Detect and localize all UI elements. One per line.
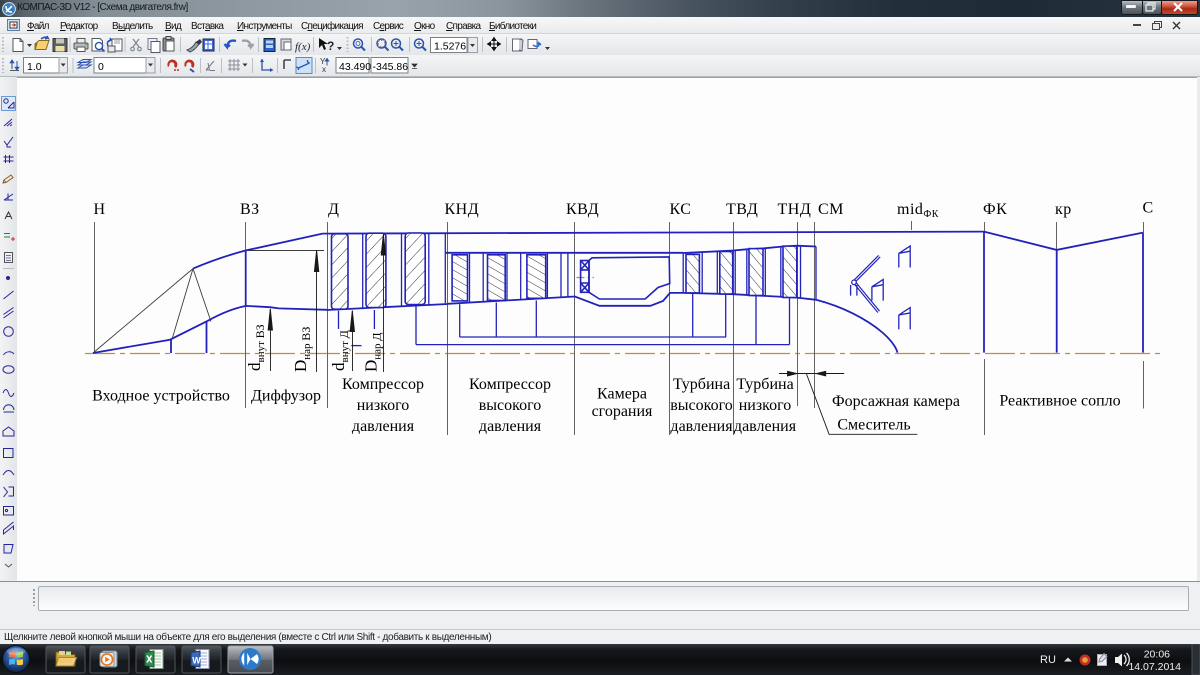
svg-text:высокого: высокого xyxy=(479,397,542,414)
svg-text:КС: КС xyxy=(670,201,692,218)
svg-text:1.0: 1.0 xyxy=(27,61,42,73)
svg-text:?: ? xyxy=(327,39,334,53)
svg-text:давления: давления xyxy=(479,418,542,435)
svg-text:КНД: КНД xyxy=(445,201,480,218)
svg-text:Форсажная камера: Форсажная камера xyxy=(832,393,960,410)
svg-text:Dнар ВЗ: Dнар ВЗ xyxy=(291,327,313,372)
svg-text:Компрессор: Компрессор xyxy=(469,376,551,393)
svg-text:f(x): f(x) xyxy=(295,41,311,53)
svg-text:midФК: midФК xyxy=(897,201,939,220)
svg-text:14.07.2014: 14.07.2014 xyxy=(1128,661,1181,673)
svg-text:Турбина: Турбина xyxy=(673,376,730,393)
svg-text:0: 0 xyxy=(98,61,104,73)
svg-text:ТВД: ТВД xyxy=(726,201,758,218)
svg-text:ФК: ФК xyxy=(983,201,1007,218)
svg-text:x: x xyxy=(322,65,326,74)
svg-text:Реактивное сопло: Реактивное сопло xyxy=(999,393,1120,410)
svg-text:Диффузор: Диффузор xyxy=(251,388,321,405)
svg-text:W: W xyxy=(192,656,201,666)
svg-text:ТНД: ТНД xyxy=(778,201,812,218)
svg-text:низкого: низкого xyxy=(739,397,792,414)
svg-text:сгорания: сгорания xyxy=(592,403,653,420)
svg-text:dвнут ВЗ: dвнут ВЗ xyxy=(245,324,267,371)
svg-text:Турбина: Турбина xyxy=(736,376,793,393)
svg-text:высокого: высокого xyxy=(670,397,733,414)
svg-text:RU: RU xyxy=(1040,654,1056,666)
svg-text:43.490: 43.490 xyxy=(339,61,371,73)
svg-text:Входное устройство: Входное устройство xyxy=(92,388,230,405)
svg-text:С: С xyxy=(1143,200,1154,217)
svg-text:-345.86: -345.86 xyxy=(373,61,409,73)
svg-text:Камера: Камера xyxy=(597,385,647,402)
svg-text:Смеситель: Смеситель xyxy=(837,417,910,434)
svg-text:Н: Н xyxy=(94,201,106,218)
svg-text:давления: давления xyxy=(670,418,733,435)
svg-text:СМ: СМ xyxy=(818,201,844,218)
svg-text:Д: Д xyxy=(328,201,339,218)
svg-text:20:06: 20:06 xyxy=(1144,649,1170,661)
svg-text:Компрессор: Компрессор xyxy=(342,376,424,393)
svg-text:КВД: КВД xyxy=(566,201,599,218)
svg-text:кр: кр xyxy=(1055,201,1072,218)
svg-text:давления: давления xyxy=(734,418,797,435)
svg-text:низкого: низкого xyxy=(357,397,410,414)
svg-text:давления: давления xyxy=(352,418,415,435)
svg-text:1.5276: 1.5276 xyxy=(434,41,466,53)
svg-text:dвнут Д: dвнут Д xyxy=(329,330,351,371)
svg-text:Dнар Д: Dнар Д xyxy=(362,333,384,373)
svg-text:ВЗ: ВЗ xyxy=(240,201,260,218)
